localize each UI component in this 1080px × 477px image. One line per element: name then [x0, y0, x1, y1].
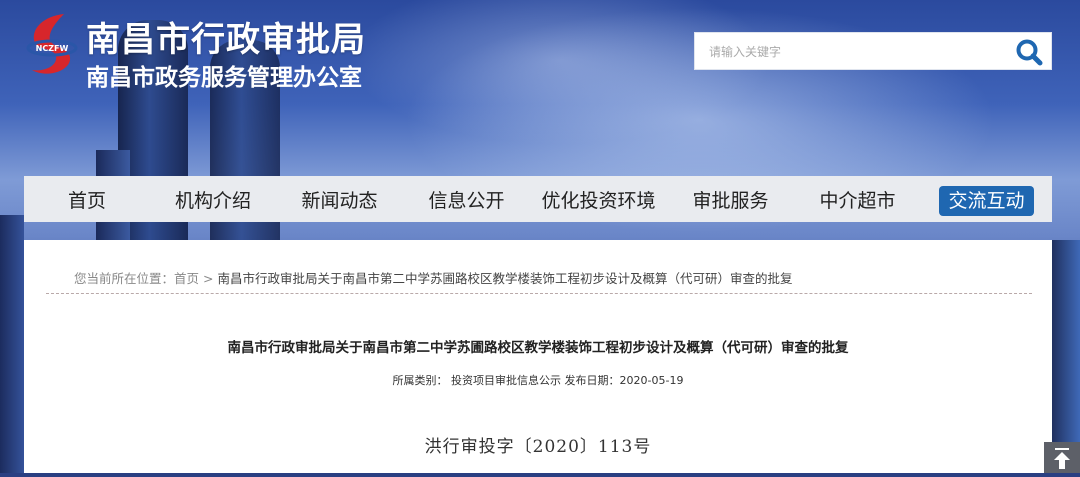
- svg-text:NCZFW: NCZFW: [36, 44, 69, 53]
- dashed-divider: [46, 293, 1032, 294]
- search-icon[interactable]: [1015, 38, 1043, 66]
- nav-item-agency[interactable]: 中介超市: [794, 186, 921, 213]
- nav-item-disclosure[interactable]: 信息公开: [403, 186, 530, 213]
- site-subtitle: 南昌市政务服务管理办公室: [86, 65, 362, 91]
- category-label: 所属类别：: [392, 374, 448, 387]
- nczfw-logo-icon: NCZFW: [26, 14, 78, 74]
- nav-item-interaction[interactable]: 交流互动: [939, 185, 1034, 216]
- nav-item-news[interactable]: 新闻动态: [276, 186, 403, 213]
- document-number: 洪行审投字〔2020〕113号: [424, 437, 652, 457]
- article-meta: 所属类别： 投资项目审批信息公示 发布日期：2020-05-19: [24, 372, 1052, 388]
- date-value: 2020-05-19: [619, 374, 684, 387]
- breadcrumb-prefix: 您当前所在位置：: [74, 271, 175, 286]
- nav-item-home[interactable]: 首页: [24, 186, 150, 213]
- breadcrumb-separator: >: [203, 271, 214, 286]
- nav-item-investment[interactable]: 优化投资环境: [530, 186, 667, 213]
- nav-item-interaction-wrap: 交流互动: [921, 185, 1052, 216]
- breadcrumb-home-link[interactable]: 首页: [174, 271, 199, 286]
- category-value: 投资项目审批信息公示: [451, 374, 562, 387]
- skyscraper: [1052, 240, 1080, 473]
- article-title: 南昌市行政审批局关于南昌市第二中学苏圃路校区教学楼装饰工程初步设计及概算（代可研…: [227, 340, 849, 356]
- search-box: [694, 32, 1052, 71]
- nav-item-approval[interactable]: 审批服务: [667, 186, 794, 213]
- main-nav: 首页 机构介绍 新闻动态 信息公开 优化投资环境 审批服务 中介超市 交流互动: [24, 176, 1052, 222]
- breadcrumb: 您当前所在位置：首页 > 南昌市行政审批局关于南昌市第二中学苏圃路校区教学楼装饰…: [74, 268, 793, 287]
- nav-item-about[interactable]: 机构介绍: [150, 186, 276, 213]
- site-title: 南昌市行政审批局: [86, 20, 366, 60]
- breadcrumb-current: 南昌市行政审批局关于南昌市第二中学苏圃路校区教学楼装饰工程初步设计及概算（代可研…: [217, 271, 793, 286]
- skyscraper: [0, 215, 24, 473]
- back-to-top-button[interactable]: [1044, 442, 1080, 473]
- date-label: 发布日期：: [564, 374, 620, 387]
- arrow-up-icon: [1054, 448, 1070, 469]
- search-input[interactable]: [695, 33, 1011, 71]
- article-panel: 您当前所在位置：首页 > 南昌市行政审批局关于南昌市第二中学苏圃路校区教学楼装饰…: [24, 240, 1052, 473]
